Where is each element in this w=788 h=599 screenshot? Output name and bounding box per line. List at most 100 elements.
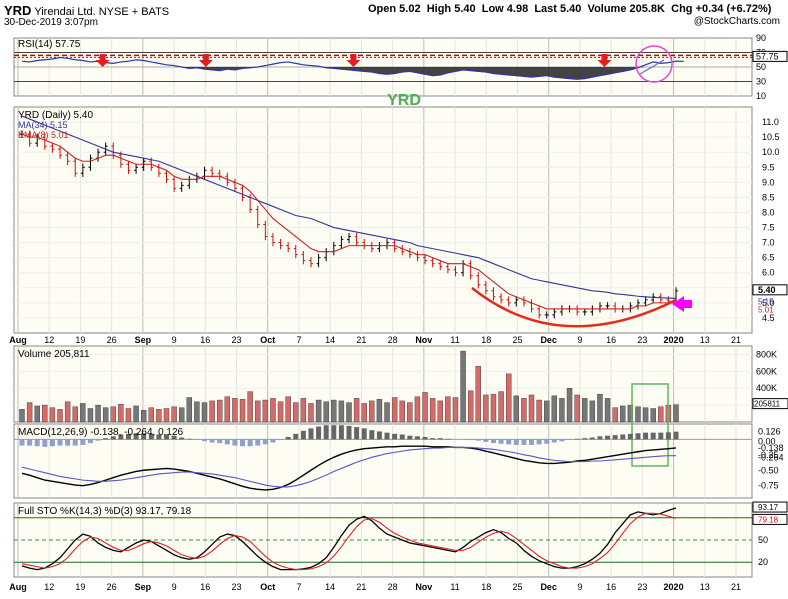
sto-x-label: 18 [481,582,491,592]
rsi-last-label: 57.75 [756,51,779,61]
volume-bar [217,399,223,423]
volume-bar [110,406,116,423]
volume-bar [262,399,269,423]
macd-histogram-bar [285,436,291,440]
macd-histogram-bar [186,438,192,440]
volume-bar [285,396,291,423]
macd-histogram-bar [354,427,360,440]
rsi-arrow-marker-stem [350,54,357,61]
volume-bar [34,405,40,423]
price-tick-label: 6.0 [762,268,775,278]
macd-histogram-bar [308,428,314,440]
macd-histogram-bar [278,439,284,441]
volume-bar [452,397,459,423]
macd-histogram-bar [658,432,664,440]
price-x-label: 28 [388,335,398,345]
volume-bar [407,402,413,423]
macd-histogram-bar [559,439,565,442]
macd-histogram-bar [650,432,656,440]
sto-tick-label: 50 [758,535,768,545]
volume-bar [186,397,193,423]
sto-x-label: Oct [260,582,275,592]
volume-bar [399,400,405,423]
sto-x-label: 16 [200,582,210,592]
price-tick-label: 7.5 [762,223,775,233]
sto-x-label: 13 [700,582,710,592]
volume-bar [194,401,200,423]
volume-bar [475,366,481,423]
volume-bar [277,401,284,423]
macd-histogram-bar [551,439,557,443]
price-x-label: 11 [450,335,459,345]
sto-x-label: 19 [75,582,85,592]
macd-histogram-bar [422,436,428,440]
volume-bar [467,390,474,423]
volume-bar [323,401,329,423]
volume-bar [87,408,94,423]
macd-histogram-bar [665,432,671,440]
price-x-label: 23 [232,335,242,345]
sto-x-label: 26 [107,582,117,592]
macd-histogram-bar [270,439,276,443]
macd-histogram-bar [369,430,375,440]
macd-histogram-bar [95,439,101,441]
macd-histogram-bar [376,431,382,440]
sto-x-label: 23 [232,582,242,592]
sto-x-label: 28 [388,582,398,592]
volume-bar [498,391,504,423]
sto-x-label: 21 [731,582,741,592]
macd-tick-label: -0.75 [758,481,779,491]
volume-bar [422,392,428,423]
macd-histogram-bar [597,436,603,440]
sto-x-label: 14 [325,582,335,592]
macd-title: MACD(12,26,9) -0.138, -0.264, 0.126 [18,427,184,438]
volume-bar [178,407,185,423]
macd-histogram-bar [521,439,527,445]
sto-x-label: Sep [135,582,152,592]
volume-bar [26,402,33,423]
stock-chart: 103050709057.75RSI(14) 57.75YRD4.55.05.5… [9,33,788,592]
price-x-label: Dec [540,335,557,345]
macd-histogram-bar [103,438,109,440]
volume-bar [346,402,352,423]
macd-histogram-bar [217,439,223,444]
macd-histogram-bar [544,439,550,444]
rsi-tick-label: 50 [756,62,766,72]
macd-histogram-bar [605,435,611,440]
macd-histogram-bar [262,439,268,445]
volume-bar [353,398,360,423]
sto-x-label: 9 [172,582,177,592]
macd-histogram-bar [536,439,542,445]
volume-bar [308,403,314,423]
macd-histogram-bar [475,439,481,441]
price-x-label: Aug [9,335,27,345]
price-last-label: 5.40 [758,285,776,295]
sto-x-label: 2020 [664,582,684,592]
volume-bar [80,403,86,423]
macd-histogram-bar [247,439,253,447]
macd-histogram-bar [72,439,78,446]
ma34-legend: MA(34) 5.15 [18,120,68,130]
price-tick-label: 9.5 [762,162,775,172]
macd-histogram-bar [498,439,504,444]
volume-bar [315,399,322,423]
macd-histogram-bar [209,439,215,443]
price-tick-label: 7.0 [762,238,775,248]
volume-bar [673,404,679,423]
macd-histogram-bar [574,438,580,440]
price-x-label: 7 [296,335,301,345]
volume-bar [239,399,246,423]
volume-bar [232,398,238,423]
rsi-arrow-marker-stem [99,54,106,61]
macd-histogram-bar [612,435,618,440]
macd-histogram-bar [445,438,451,440]
volume-bar [650,408,656,423]
sto-x-label: Nov [415,582,432,592]
rsi-tick-label: 30 [756,77,766,87]
volume-bar [505,373,512,423]
volume-bar [574,394,580,423]
macd-histogram-bar [27,439,33,446]
volume-bar [163,408,170,423]
macd-histogram-bar [506,439,512,445]
volume-bar [513,395,520,423]
